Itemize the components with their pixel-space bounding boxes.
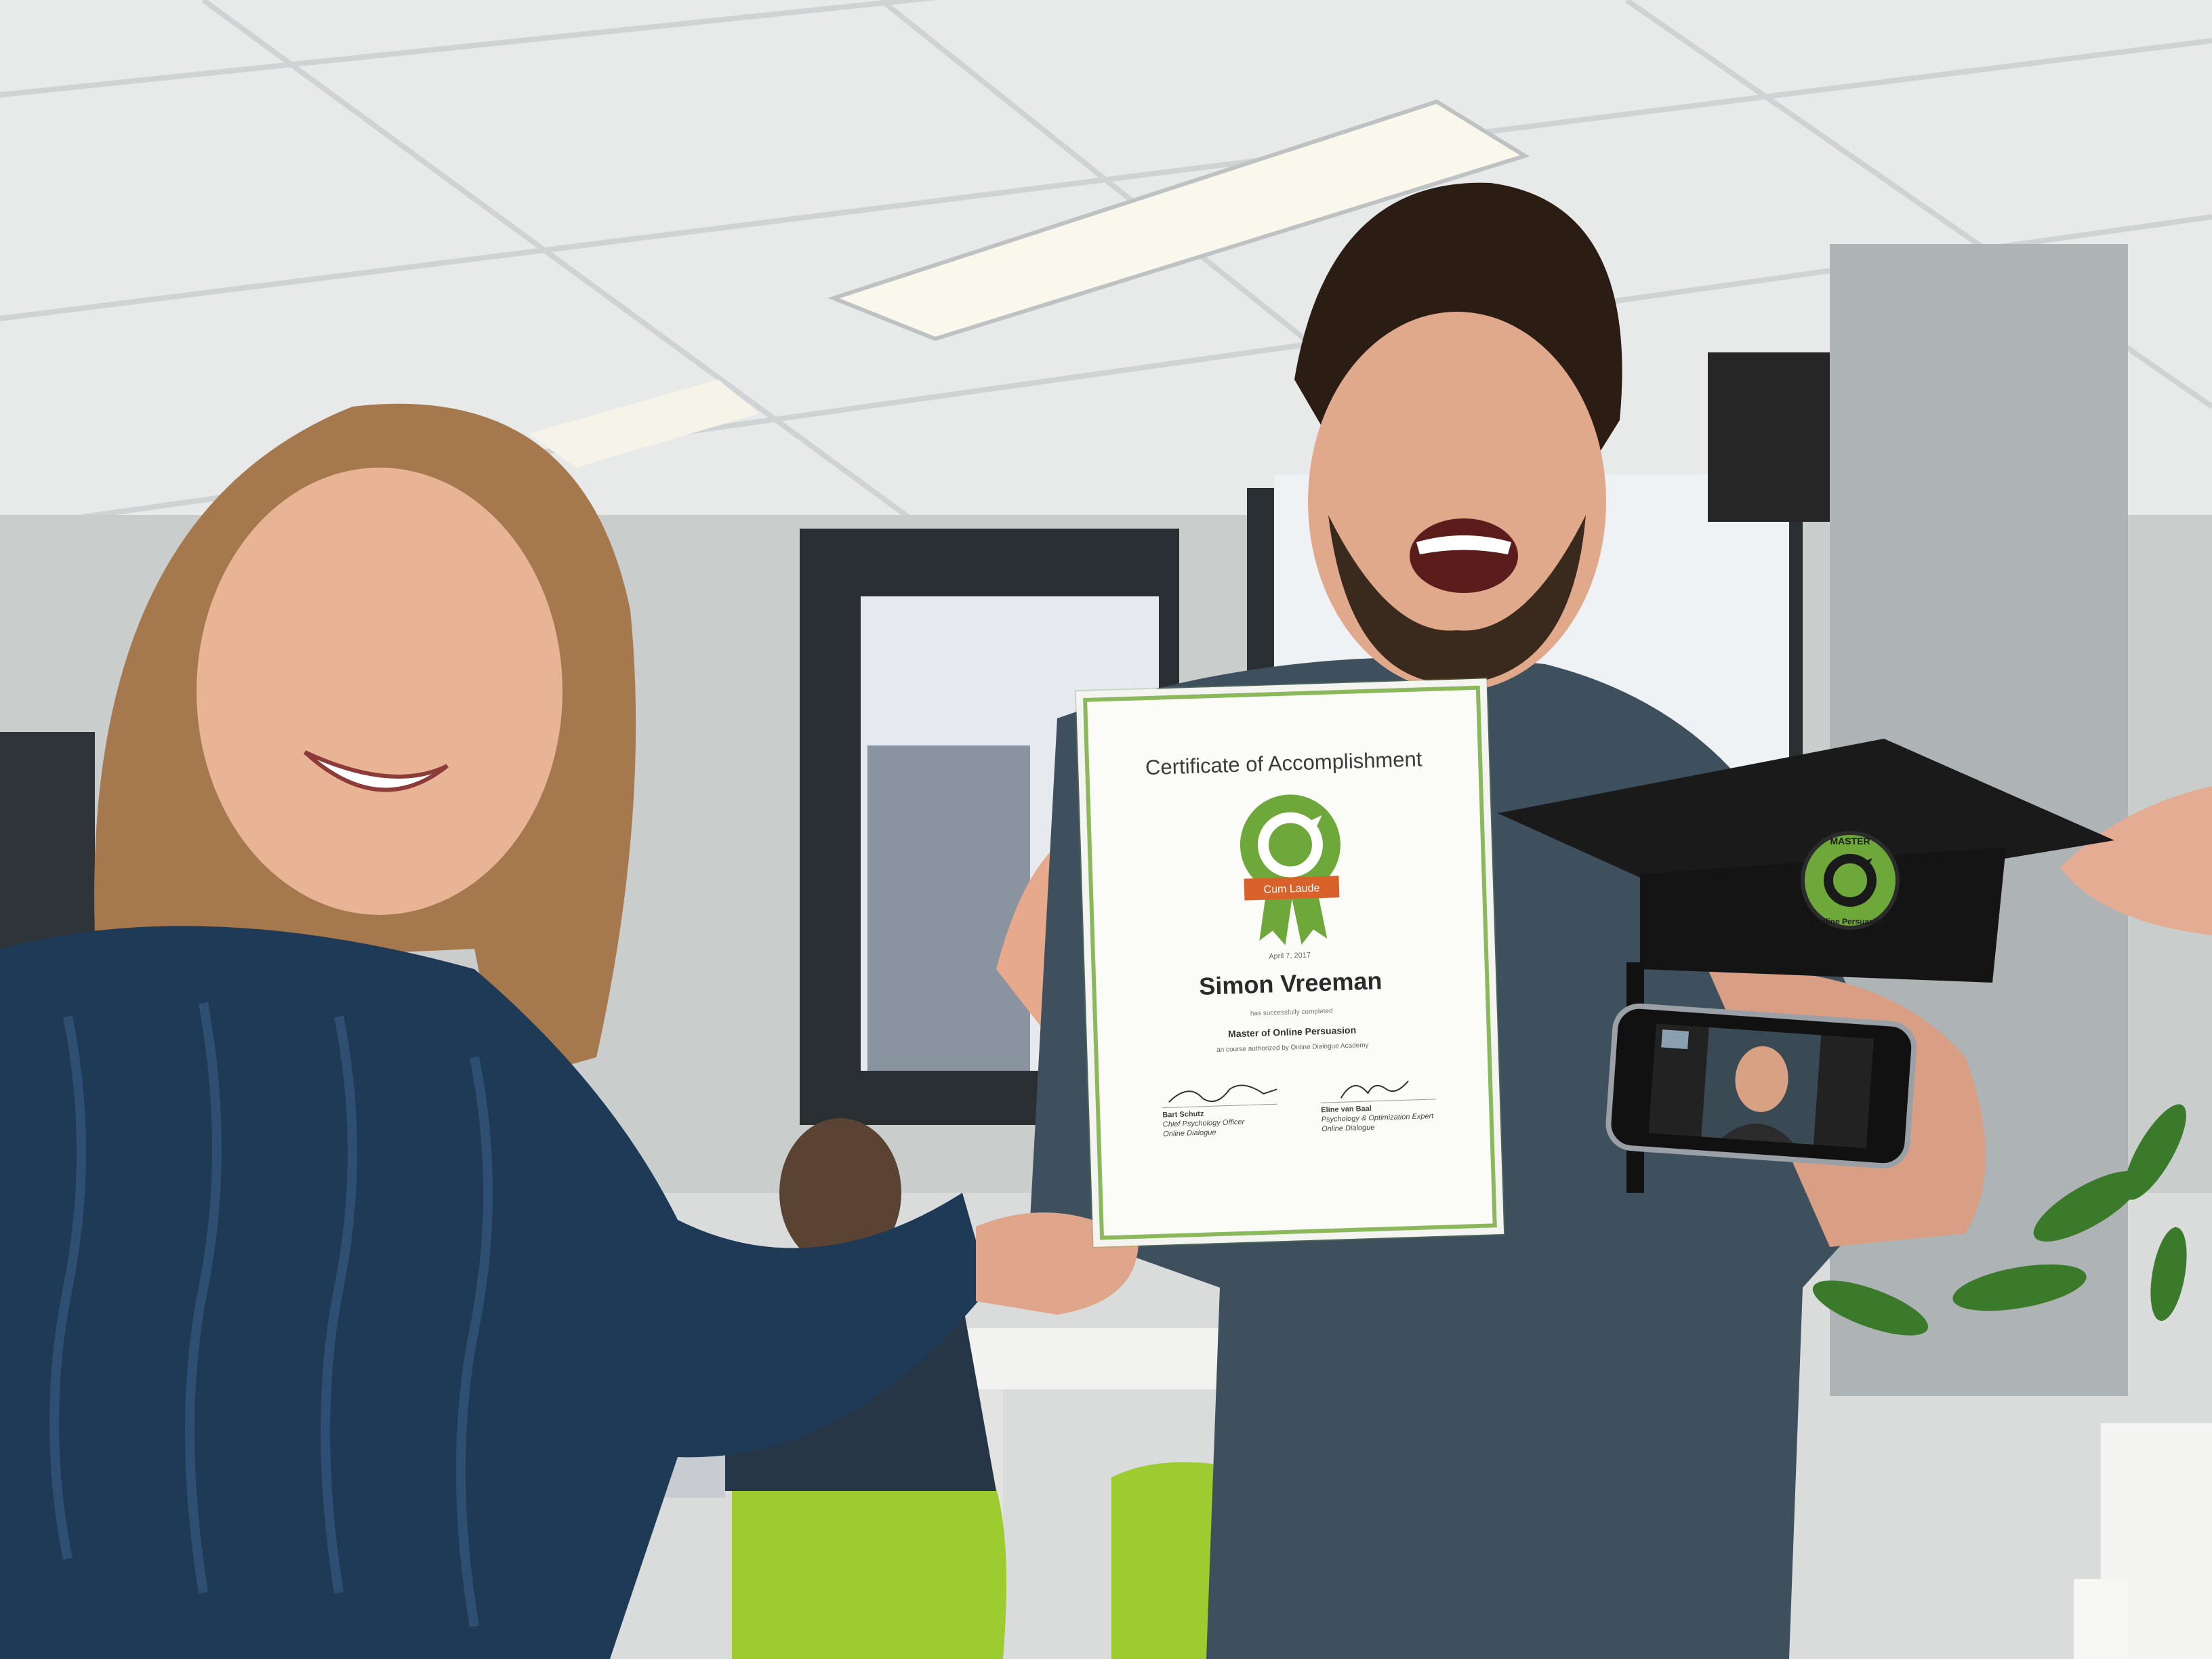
cum-laude-label: Cum Laude	[1263, 882, 1319, 896]
signature-left	[1162, 1084, 1277, 1109]
signature-block-right: Eline van Baal Psychology & Optimization…	[1320, 1069, 1471, 1134]
smartphone	[1603, 1002, 1919, 1170]
ribbon-left	[1259, 893, 1292, 945]
cup	[2074, 1579, 2128, 1659]
certificate: Certificate of Accomplishment Cum Laude …	[1076, 678, 1504, 1247]
green-chair-right	[1111, 1462, 1213, 1659]
woman-face	[197, 468, 562, 915]
building-outside	[867, 745, 1030, 1071]
certificate-date: April 7, 2017	[1269, 951, 1311, 961]
self-view-thumbnail	[1661, 1029, 1689, 1050]
video-call-feed	[1648, 1023, 1875, 1149]
signature-right	[1320, 1080, 1436, 1103]
ribbon-right	[1292, 891, 1328, 945]
recipient-name: Simon Vreeman	[1198, 966, 1383, 1000]
completed-text: has successfully completed	[1250, 1007, 1333, 1018]
cum-laude-seal: Cum Laude	[1240, 794, 1340, 945]
cap-emblem: MASTER Online Persuasion	[1801, 831, 1900, 930]
cap-emblem-top-text: MASTER	[1830, 836, 1870, 846]
signature-block-left: Bart Schutz Chief Psychology Officer Onl…	[1162, 1075, 1313, 1139]
video-call-screen	[1648, 1023, 1875, 1149]
cap-emblem-bottom-text: Online Persuasion	[1814, 917, 1885, 926]
man-open-mouth	[1410, 518, 1518, 593]
speaker	[1708, 352, 1830, 522]
certificate-title: Certificate of Accomplishment	[1145, 747, 1422, 780]
